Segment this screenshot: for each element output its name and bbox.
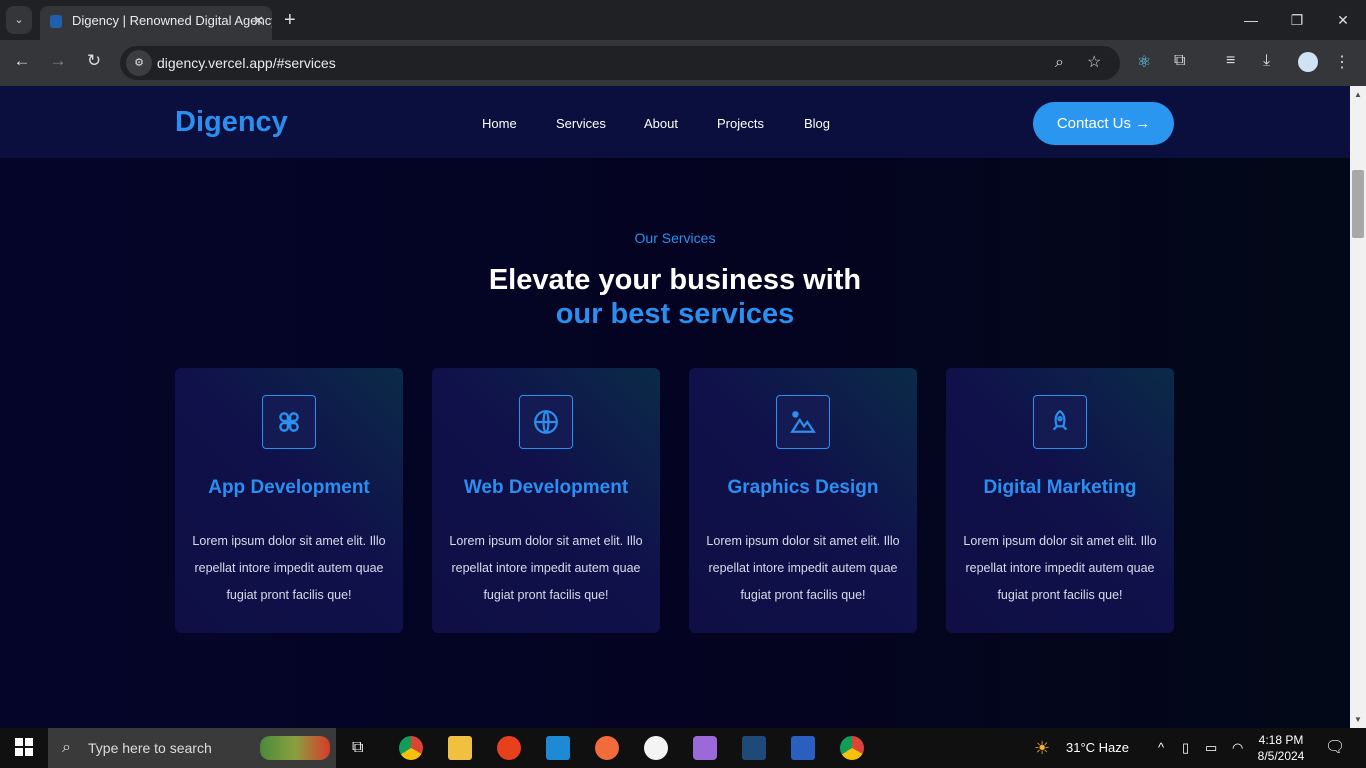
service-card: App Development Lorem ipsum dolor sit am…: [175, 368, 403, 633]
card-description: Lorem ipsum dolor sit amet elit. Illo re…: [963, 534, 1157, 602]
clock-time: 4:18 PM: [1258, 733, 1304, 747]
menu-icon[interactable]: ⋮: [1334, 52, 1350, 72]
page-scrollbar[interactable]: ▲ ▼: [1350, 86, 1366, 728]
media-control-icon[interactable]: ≡: [1226, 52, 1235, 70]
react-devtools-icon[interactable]: ⚛: [1137, 52, 1151, 72]
vscode-icon[interactable]: [546, 736, 570, 760]
site-info-icon[interactable]: ⚙: [126, 50, 152, 76]
nav-about[interactable]: About: [644, 116, 678, 131]
tab-title: Digency | Renowned Digital Agency: [72, 13, 272, 28]
back-icon[interactable]: ←: [10, 51, 34, 71]
bookmark-star-icon[interactable]: ☆: [1087, 46, 1101, 80]
service-card: Digital Marketing Lorem ipsum dolor sit …: [946, 368, 1174, 633]
weather-icon[interactable]: ☀: [1034, 728, 1050, 768]
clock[interactable]: 4:18 PM 8/5/2024: [1256, 732, 1306, 764]
card-title: Web Development: [463, 477, 629, 498]
meet-now-icon[interactable]: ▯: [1182, 728, 1189, 768]
section-eyebrow: Our Services: [634, 230, 716, 246]
close-tab-icon[interactable]: ✕: [253, 6, 264, 36]
weather-text[interactable]: 31°C Haze: [1066, 728, 1129, 768]
new-tab-button[interactable]: +: [284, 6, 296, 34]
search-icon: ⌕: [62, 739, 71, 756]
tab-strip: ⌄ Digency | Renowned Digital Agency ✕ + …: [0, 0, 1366, 40]
extensions-icon[interactable]: ⧉: [1174, 52, 1185, 70]
taskbar: ⌕ Type here to search ⧉ ☀ 31°C Haze ^ ▯ ▭…: [0, 728, 1366, 768]
service-card: Graphics Design Lorem ipsum dolor sit am…: [689, 368, 917, 633]
url-text[interactable]: digency.vercel.app/#services: [157, 46, 336, 80]
section-heading: Elevate your business with our best serv…: [0, 263, 1350, 331]
nav-projects[interactable]: Projects: [717, 116, 764, 131]
card-title: App Development: [208, 477, 370, 498]
forward-icon[interactable]: →: [46, 51, 70, 71]
notifications-icon[interactable]: 🗨: [1325, 728, 1345, 768]
site-header: Digency Home Services About Projects Blo…: [0, 86, 1350, 158]
heading-line-2: our best services: [555, 298, 795, 330]
browser-tab[interactable]: Digency | Renowned Digital Agency ✕: [40, 6, 272, 40]
arrow-right-icon: →: [1135, 115, 1151, 132]
browser-toolbar: ← → ↻ ⚙ digency.vercel.app/#services ⌕ ☆…: [0, 40, 1366, 86]
favicon-icon: [50, 15, 62, 28]
web-page: Digency Home Services About Projects Blo…: [0, 86, 1350, 728]
virtualbox-icon[interactable]: [693, 736, 717, 760]
address-bar[interactable]: ⚙ digency.vercel.app/#services ⌕ ☆: [120, 46, 1120, 80]
service-card: Web Development Lorem ipsum dolor sit am…: [432, 368, 660, 633]
postman-icon[interactable]: [595, 736, 619, 760]
file-explorer-icon[interactable]: [448, 736, 472, 760]
scroll-up-icon[interactable]: ▲: [1350, 90, 1366, 99]
show-hidden-icons[interactable]: ^: [1158, 728, 1164, 768]
card-description: Lorem ipsum dolor sit amet elit. Illo re…: [192, 534, 386, 602]
reload-icon[interactable]: ↻: [82, 51, 106, 71]
contact-us-button[interactable]: Contact Us →: [1033, 102, 1174, 145]
clock-date: 8/5/2024: [1257, 749, 1305, 763]
tab-search-button[interactable]: ⌄: [6, 6, 32, 34]
restore-button[interactable]: ❐: [1274, 0, 1320, 40]
card-title: Graphics Design: [727, 477, 879, 498]
task-view-icon[interactable]: ⧉: [352, 728, 363, 768]
chrome-icon[interactable]: [399, 736, 423, 760]
download-icon[interactable]: ⤓: [1263, 52, 1270, 70]
profile-avatar[interactable]: [1298, 52, 1318, 72]
minimize-button[interactable]: —: [1228, 0, 1274, 40]
site-logo[interactable]: Digency: [175, 106, 288, 139]
scroll-down-icon[interactable]: ▼: [1350, 715, 1366, 724]
globe-icon: [519, 395, 573, 449]
wps-office-icon[interactable]: [497, 736, 521, 760]
nav-services[interactable]: Services: [556, 116, 606, 131]
close-window-button[interactable]: ✕: [1320, 0, 1366, 40]
heading-line-1: Elevate your business with: [488, 264, 862, 296]
windows-start-icon[interactable]: [15, 738, 33, 756]
nav-home[interactable]: Home: [482, 116, 517, 131]
rocket-icon: [1033, 395, 1087, 449]
search-highlight-image: [260, 736, 330, 760]
search-placeholder: Type here to search: [88, 740, 212, 756]
mongodb-compass-icon[interactable]: [644, 736, 668, 760]
devc-icon[interactable]: [791, 736, 815, 760]
mysql-workbench-icon[interactable]: [742, 736, 766, 760]
scrollbar-thumb[interactable]: [1352, 170, 1364, 238]
nav-blog[interactable]: Blog: [804, 116, 830, 131]
contact-label: Contact Us: [1056, 115, 1132, 132]
card-description: Lorem ipsum dolor sit amet elit. Illo re…: [449, 534, 643, 602]
command-icon: [262, 395, 316, 449]
wifi-icon[interactable]: ◠: [1232, 728, 1243, 768]
image-icon: [776, 395, 830, 449]
battery-icon[interactable]: ▭: [1205, 728, 1217, 768]
chrome-profile-icon[interactable]: [840, 736, 864, 760]
zoom-icon[interactable]: ⌕: [1055, 46, 1064, 80]
taskbar-search[interactable]: ⌕ Type here to search: [48, 728, 336, 768]
card-description: Lorem ipsum dolor sit amet elit. Illo re…: [706, 534, 900, 602]
card-title: Digital Marketing: [983, 477, 1137, 498]
